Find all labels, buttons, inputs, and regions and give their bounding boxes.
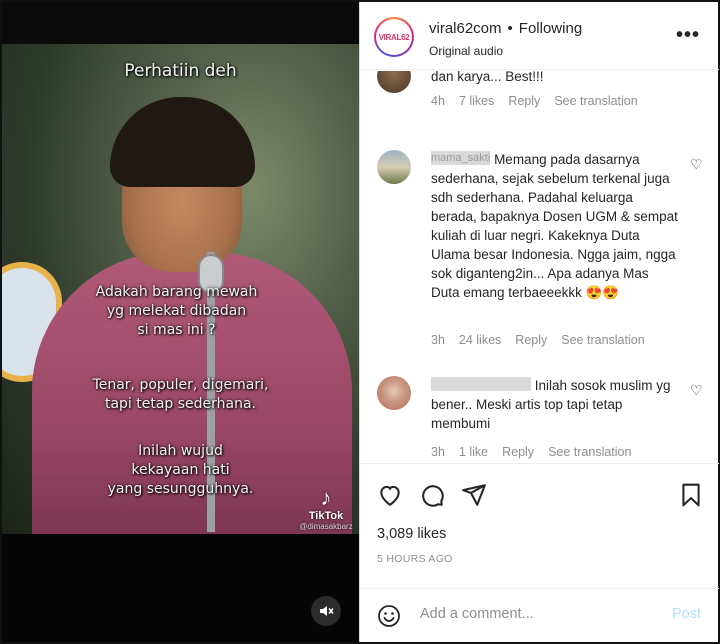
commenter-avatar[interactable] (377, 150, 411, 184)
share-paper-plane-icon[interactable] (461, 482, 487, 508)
emoji-picker-icon[interactable] (377, 604, 401, 628)
video-caption-title: Perhatiin deh (124, 61, 237, 81)
comment-meta: 3h 24 likes Reply See translation (431, 333, 659, 347)
mute-toggle-button[interactable] (311, 596, 341, 626)
account-avatar[interactable]: VIRAL62 (374, 17, 414, 57)
tiktok-logo-icon: ♪ (320, 485, 332, 510)
post-side-panel: VIRAL62 viral62com • Following Original au… (359, 2, 719, 642)
tiktok-label: TikTok (308, 510, 344, 522)
comment-reply-button[interactable]: Reply (508, 94, 540, 108)
header-user-line: viral62com • Following (429, 20, 582, 37)
video-caption-question: Adakah barang mewah yg melekat dibadan s… (95, 284, 258, 338)
post-comment-button[interactable]: Post (672, 606, 701, 622)
video-caption-statement: Tenar, populer, digemari, tapi tetap sed… (92, 377, 269, 412)
comment-composer: Add a comment... Post (360, 588, 719, 642)
commenter-username-redacted[interactable] (431, 377, 531, 391)
speaker-muted-icon (320, 606, 334, 616)
commenter-avatar[interactable] (377, 376, 411, 410)
comment-text: Inilah sosok muslim yg bener.. Meski art… (431, 376, 679, 433)
video-letterbox (2, 534, 359, 642)
account-avatar-logo: VIRAL62 (376, 19, 412, 55)
comment-meta: 4h 7 likes Reply See translation (431, 94, 652, 108)
comment-like-heart-icon[interactable]: ♡ (690, 156, 703, 173)
save-bookmark-icon[interactable] (678, 482, 704, 508)
comment-bubble-icon[interactable] (419, 482, 445, 508)
comment-reply-button[interactable]: Reply (502, 445, 534, 459)
comment-reply-button[interactable]: Reply (515, 333, 547, 347)
comment-time: 3h (431, 333, 445, 347)
post-video[interactable]: Perhatiin deh Adakah barang mewah yg mel… (2, 2, 359, 642)
comment-likes-link[interactable]: 7 likes (459, 94, 494, 108)
comments-list[interactable]: dan karya... Best!!! 4h 7 likes Reply See t… (360, 71, 719, 463)
see-translation-button[interactable]: See translation (554, 94, 637, 108)
comment-likes-link[interactable]: 24 likes (459, 333, 501, 347)
comment-text: dan karya... Best!!! (431, 71, 544, 84)
add-comment-input[interactable]: Add a comment... (420, 606, 534, 622)
commenter-username-redacted[interactable]: mama_sakti (431, 151, 491, 165)
more-options-icon[interactable]: ••• (676, 24, 700, 47)
comment-like-heart-icon[interactable]: ♡ (690, 382, 703, 399)
comment-meta: 3h 1 like Reply See translation (431, 445, 645, 459)
tiktok-handle: @dimasakbarz (299, 522, 353, 531)
see-translation-button[interactable]: See translation (548, 445, 631, 459)
comment-time: 3h (431, 445, 445, 459)
comment-text: mama_sakti Memang pada dasarnya sederhan… (431, 150, 679, 302)
see-translation-button[interactable]: See translation (561, 333, 644, 347)
tiktok-watermark: ♪ TikTok @dimasakbarz (296, 485, 356, 532)
like-heart-icon[interactable] (377, 482, 403, 508)
comment-time: 4h (431, 94, 445, 108)
comment-body: Memang pada dasarnya sederhana, sejak se… (431, 152, 678, 300)
commenter-avatar[interactable] (377, 71, 411, 93)
post-header: VIRAL62 viral62com • Following Original au… (360, 2, 719, 70)
header-separator: • (507, 20, 513, 37)
post-likes-count[interactable]: 3,089 likes (377, 526, 446, 542)
following-button[interactable]: Following (519, 20, 582, 37)
account-username-link[interactable]: viral62com (429, 20, 502, 37)
original-audio-link[interactable]: Original audio (429, 44, 503, 58)
comment-likes-link[interactable]: 1 like (459, 445, 488, 459)
post-timestamp[interactable]: 5 HOURS AGO (377, 553, 453, 565)
post-actions: 3,089 likes 5 HOURS AGO (360, 463, 719, 588)
